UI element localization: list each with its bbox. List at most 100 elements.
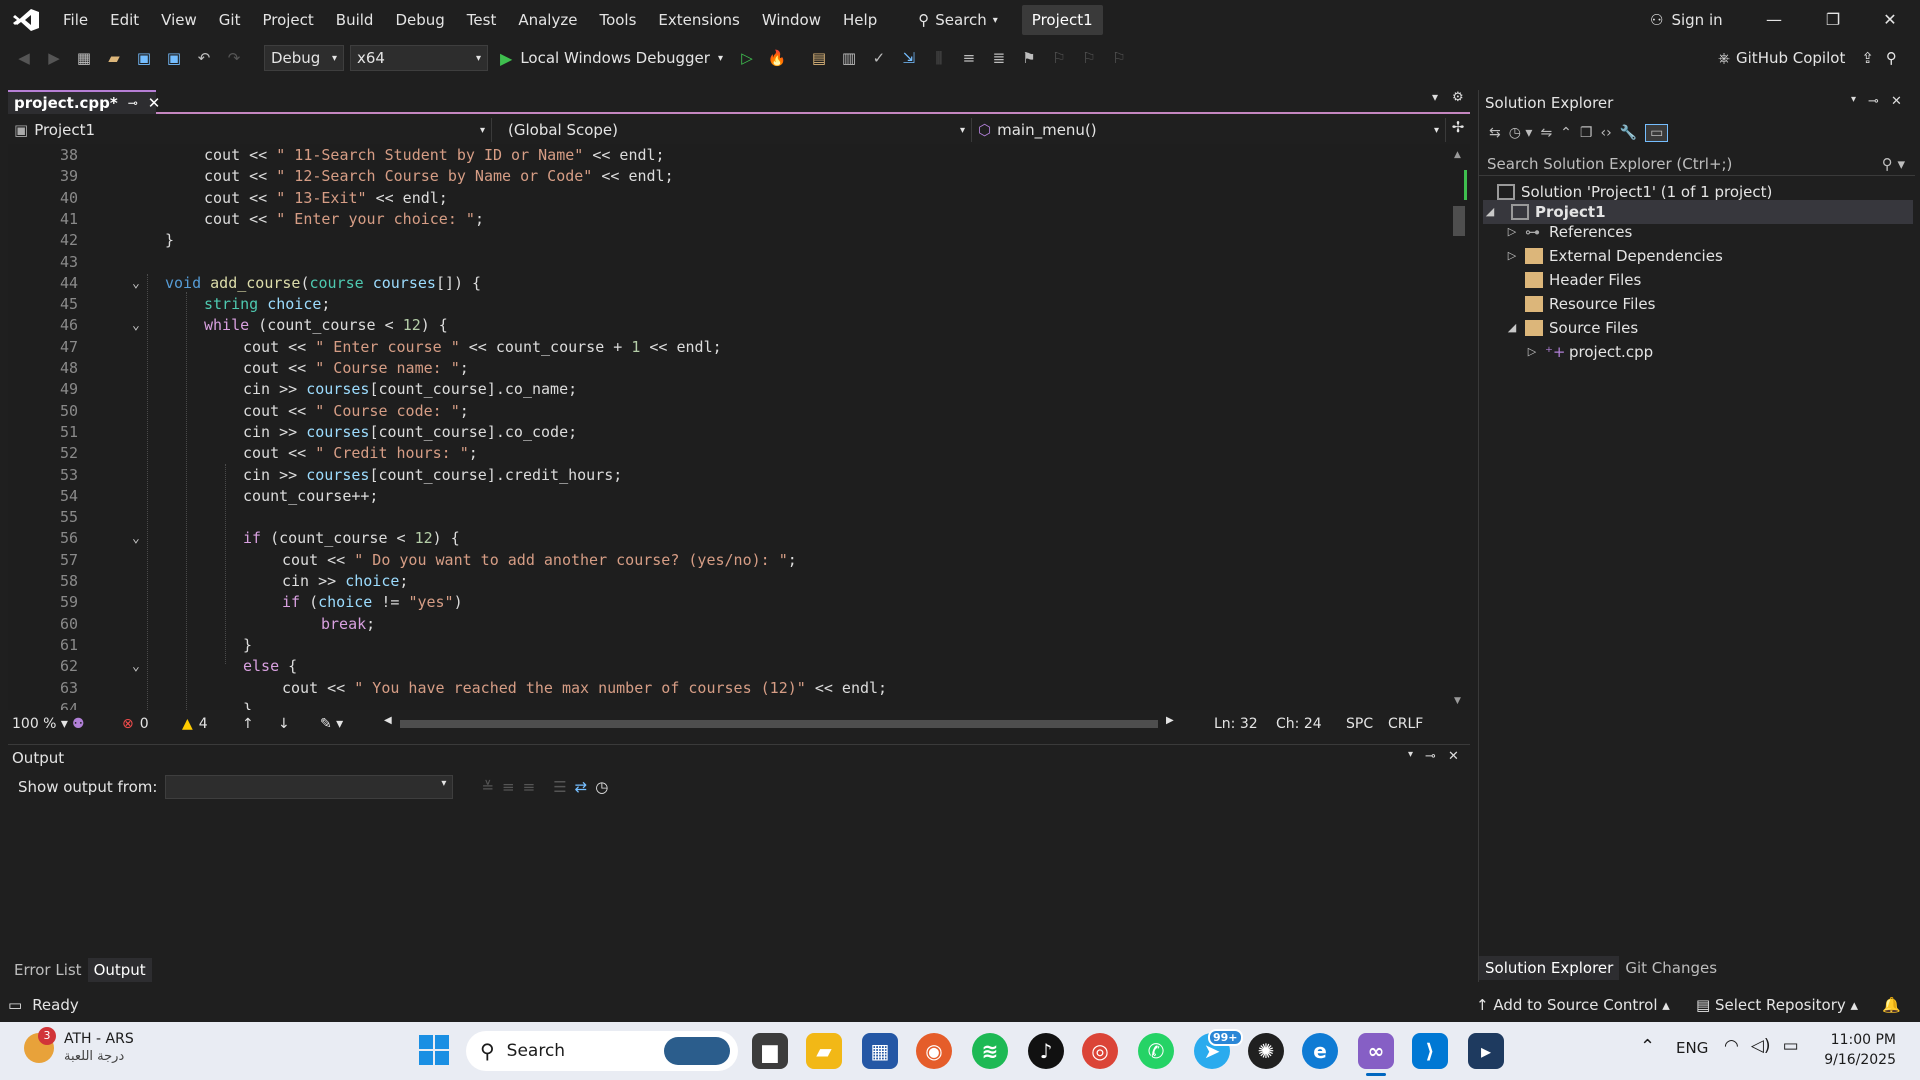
platform-select[interactable]: x64 ▾ — [350, 45, 488, 71]
fold-toggle-icon[interactable]: ⌄ — [132, 656, 140, 677]
taskbar-tiktok-icon[interactable]: ♪ — [1028, 1033, 1064, 1069]
taskbar-search-box[interactable]: ⚲ Search — [466, 1031, 738, 1071]
forward-icon[interactable]: ▶ — [42, 46, 66, 70]
start-without-debugging-icon[interactable]: ▷ — [735, 46, 759, 70]
taskbar-edge-icon[interactable]: e — [1302, 1033, 1338, 1069]
code-line[interactable]: 64} — [8, 699, 1448, 710]
menu-item-build[interactable]: Build — [325, 0, 385, 40]
pin-icon[interactable]: ⊸ — [1425, 749, 1436, 764]
code-line[interactable]: 51 cin >> courses[count_course].co_code; — [8, 422, 1448, 443]
bookmark-icon[interactable]: ⚑ — [1017, 46, 1041, 70]
menu-item-tools[interactable]: Tools — [588, 0, 647, 40]
collapsed-arrow-icon[interactable]: ▷ — [1505, 244, 1519, 268]
code-line[interactable]: 40 cout << " 13-Exit" << endl; — [8, 188, 1448, 209]
weather-widget[interactable]: 3 ATH - ARS درجة اللعبة — [24, 1027, 134, 1066]
word-wrap-icon[interactable]: ⇄ — [575, 778, 588, 796]
menu-item-view[interactable]: View — [150, 0, 208, 40]
close-window-button[interactable]: ✕ — [1862, 0, 1918, 40]
errors-indicator[interactable]: ⊗ 0 — [122, 716, 182, 732]
menu-item-edit[interactable]: Edit — [99, 0, 150, 40]
tree-header-files[interactable]: Header Files — [1525, 268, 1641, 292]
code-line[interactable]: 45 string choice; — [8, 294, 1448, 315]
scroll-up-icon[interactable]: ▲ — [1454, 150, 1461, 160]
fold-toggle-icon[interactable]: ⌄ — [132, 273, 140, 294]
code-line[interactable]: 59 if (choice != "yes") — [8, 592, 1448, 613]
code-line[interactable]: 49 cin >> courses[count_course].co_name; — [8, 379, 1448, 400]
view-code-icon[interactable]: ‹› — [1600, 125, 1611, 141]
tab-error-list[interactable]: Error List — [8, 958, 88, 982]
next-message-icon[interactable]: ≡ — [523, 778, 536, 796]
menu-item-file[interactable]: File — [52, 0, 99, 40]
collapse-all-icon[interactable]: ⌃ — [1560, 125, 1572, 141]
code-line[interactable]: 61} — [8, 635, 1448, 656]
code-line[interactable]: 38 cout << " 11-Search Student by ID or N… — [8, 145, 1448, 166]
code-line[interactable]: 57 cout << " Do you want to add another c… — [8, 550, 1448, 571]
spell-check-icon[interactable]: ✓ — [867, 46, 891, 70]
menu-item-project[interactable]: Project — [251, 0, 324, 40]
line-number-indicator[interactable]: Ln: 32 — [1214, 716, 1276, 732]
taskbar-firefox-icon[interactable]: ◉ — [916, 1033, 952, 1069]
tree-resource-files[interactable]: Resource Files — [1525, 292, 1655, 316]
taskbar-terminal-icon[interactable]: ▸ — [1468, 1033, 1504, 1069]
menu-item-git[interactable]: Git — [208, 0, 252, 40]
add-source-control-button[interactable]: ↑ Add to Source Control ▴ — [1476, 996, 1670, 1014]
code-line[interactable]: 47 cout << " Enter course " << count_cour… — [8, 337, 1448, 358]
clear-bookmarks-icon[interactable]: ⚐ — [1107, 46, 1131, 70]
code-line[interactable]: 56 ⌄ if (count_course < 12) { — [8, 528, 1448, 549]
save-icon[interactable]: ▣ — [132, 46, 156, 70]
menu-item-test[interactable]: Test — [456, 0, 508, 40]
clock[interactable]: 11:00 PM 9/16/2025 — [1820, 1030, 1896, 1070]
scroll-left-icon[interactable]: ◀ — [384, 715, 392, 726]
close-panel-icon[interactable]: ✕ — [1448, 749, 1459, 764]
layout-icon[interactable]: ▥ — [837, 46, 861, 70]
taskbar-chatgpt-icon[interactable]: ✺ — [1248, 1033, 1284, 1069]
h-scroll-thumb[interactable] — [400, 720, 1158, 728]
restore-button[interactable]: ❐ — [1805, 0, 1861, 40]
taskbar-store-icon[interactable]: ▦ — [862, 1033, 898, 1069]
prev-issue-icon[interactable]: ↑ — [242, 716, 278, 732]
sync-icon[interactable]: ⇋ — [1540, 125, 1552, 141]
show-all-files-icon[interactable]: ❐ — [1580, 125, 1593, 141]
open-folder-icon[interactable]: ▰ — [102, 46, 126, 70]
sign-in-button[interactable]: ⚇ Sign in — [1650, 0, 1723, 40]
code-line[interactable]: 50 cout << " Course code: "; — [8, 401, 1448, 422]
switch-views-icon[interactable]: ⇆ — [1489, 125, 1501, 141]
code-line[interactable]: 54 count_course++; — [8, 486, 1448, 507]
menu-item-help[interactable]: Help — [832, 0, 888, 40]
code-line[interactable]: 60 break; — [8, 614, 1448, 635]
notifications-bell-icon[interactable]: 🔔 — [1882, 996, 1901, 1014]
collapsed-arrow-icon[interactable]: ▷ — [1525, 340, 1539, 364]
taskbar-file-explorer-icon[interactable]: ▰ — [806, 1033, 842, 1069]
taskbar-visual-studio-icon[interactable]: ∞ — [1358, 1033, 1394, 1076]
chevron-down-icon[interactable]: ▾ — [1408, 749, 1413, 764]
pin-icon[interactable]: ⊸ — [128, 96, 138, 110]
github-copilot-button[interactable]: ⎈ GitHub Copilot ⇪ ⚲ — [1718, 40, 1897, 76]
back-icon[interactable]: ◀ — [12, 46, 36, 70]
editor-vertical-scrollbar[interactable]: ▲ ▼ — [1448, 144, 1470, 710]
column-icon[interactable]: ⫼ — [927, 46, 951, 70]
tree-references[interactable]: ▷ ⊶ References — [1505, 220, 1633, 244]
code-line[interactable]: 48 cout << " Course name: "; — [8, 358, 1448, 379]
tab-git-changes[interactable]: Git Changes — [1619, 956, 1723, 980]
fold-toggle-icon[interactable]: ⌄ — [132, 528, 140, 549]
tab-list-dropdown-icon[interactable]: ▾ — [1432, 90, 1438, 104]
timestamp-icon[interactable]: ◷ — [595, 778, 608, 796]
preview-icon[interactable]: ▭ — [1645, 124, 1669, 142]
prev-message-icon[interactable]: ≡ — [502, 778, 515, 796]
scroll-right-icon[interactable]: ▶ — [1166, 715, 1174, 726]
project-title-badge[interactable]: Project1 — [1021, 5, 1103, 35]
collapsed-arrow-icon[interactable]: ▷ — [1505, 220, 1519, 244]
redo-icon[interactable]: ↷ — [222, 46, 246, 70]
zoom-select[interactable]: 100 % ▾ — [8, 716, 72, 732]
hot-reload-icon[interactable]: 🔥 — [765, 46, 789, 70]
prev-bookmark-icon[interactable]: ⚐ — [1047, 46, 1071, 70]
solution-explorer-icon[interactable]: ▤ — [807, 46, 831, 70]
tab-solution-explorer[interactable]: Solution Explorer — [1479, 956, 1620, 980]
menu-item-extensions[interactable]: Extensions — [647, 0, 750, 40]
taskbar-task-view-icon[interactable]: ▆ — [752, 1033, 788, 1069]
uncomment-icon[interactable]: ≣ — [987, 46, 1011, 70]
close-panel-icon[interactable]: ✕ — [1891, 94, 1902, 109]
code-line[interactable]: 58 cin >> choice; — [8, 571, 1448, 592]
scope-dropdown[interactable]: (Global Scope) ▾ — [492, 118, 972, 142]
output-source-select[interactable]: ▾ — [165, 775, 454, 799]
